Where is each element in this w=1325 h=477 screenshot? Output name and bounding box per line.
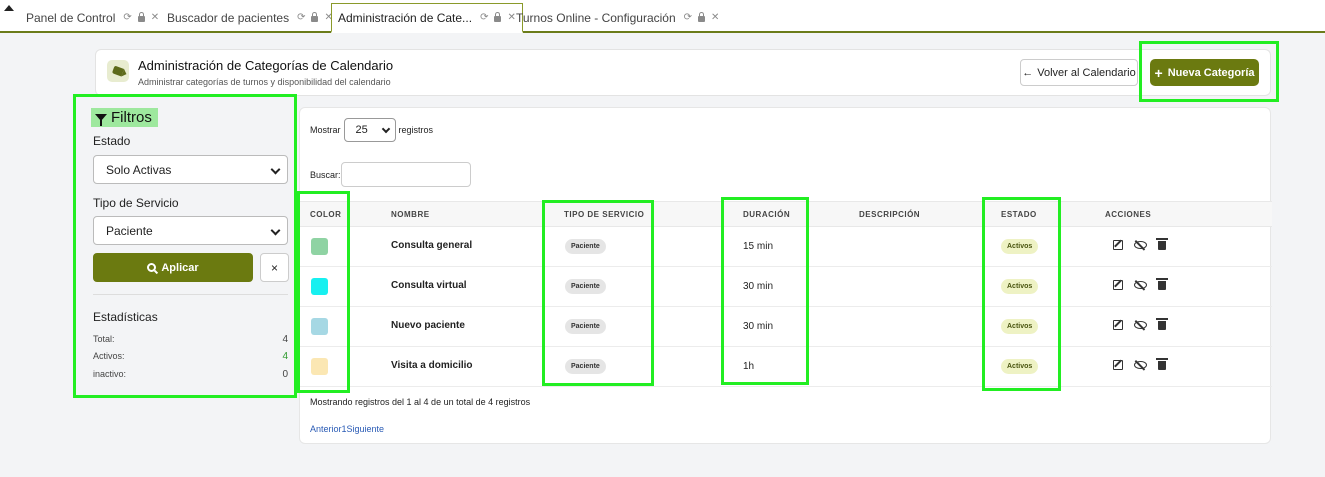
clear-filters-button[interactable]: × xyxy=(260,253,289,282)
tab-panel-de-control[interactable]: Panel de Control ⟳ ✕ xyxy=(20,4,165,31)
eye-slash-icon[interactable] xyxy=(1134,360,1147,369)
refresh-icon[interactable]: ⟳ xyxy=(297,12,305,23)
page-length-control: Mostrar 25 registros xyxy=(310,118,433,142)
edit-icon[interactable] xyxy=(1113,279,1123,290)
apply-button-label: Aplicar xyxy=(161,261,199,274)
tipo-servicio-select[interactable]: Paciente xyxy=(93,216,288,245)
tab-turnos-online-configuracion[interactable]: Turnos Online - Configuración ⟳ ✕ xyxy=(510,4,725,31)
row-actions xyxy=(1113,318,1168,330)
refresh-icon[interactable]: ⟳ xyxy=(480,12,488,23)
eye-slash-icon[interactable] xyxy=(1134,320,1147,329)
page-size-value: 25 xyxy=(355,124,368,136)
tipo-servicio-label: Tipo de Servicio xyxy=(93,196,179,210)
records-label: registros xyxy=(398,125,434,135)
tab-administracion-categorias[interactable]: Administración de Cate... ⟳ ✕ xyxy=(331,3,523,33)
filters-title-label: Filtros xyxy=(111,109,152,126)
pagination: Anterior 1 Siguiente xyxy=(310,424,384,434)
lock-icon[interactable] xyxy=(494,12,502,22)
refresh-icon[interactable]: ⟳ xyxy=(123,12,131,23)
back-button-label: Volver al Calendario xyxy=(1037,66,1136,79)
search-label: Buscar: xyxy=(310,169,341,180)
row-actions xyxy=(1113,358,1168,370)
tab-label: Turnos Online - Configuración xyxy=(516,10,676,25)
column-header-nombre[interactable]: NOMBRE xyxy=(391,210,430,219)
stat-label: Total: xyxy=(93,334,115,344)
highlight-estado-column xyxy=(982,197,1061,391)
trash-icon[interactable] xyxy=(1156,358,1168,370)
chevron-down-icon xyxy=(270,164,281,175)
show-label: Mostrar xyxy=(310,125,341,135)
category-name: Nuevo paciente xyxy=(391,320,465,331)
highlight-color-column xyxy=(297,191,350,393)
table-info: Mostrando registros del 1 al 4 de un tot… xyxy=(310,397,531,407)
tab-label: Panel de Control xyxy=(26,10,116,25)
divider xyxy=(93,294,288,295)
search-input[interactable] xyxy=(340,162,471,187)
stat-label: inactivo: xyxy=(93,369,127,379)
tipo-servicio-select-value: Paciente xyxy=(106,223,153,238)
chevron-down-icon xyxy=(381,124,390,134)
highlight-tipo-servicio-column xyxy=(542,200,654,386)
column-header-descripcion[interactable]: DESCRIPCIÓN xyxy=(859,210,920,219)
stats-title: Estadísticas xyxy=(93,310,158,324)
filters-title: Filtros xyxy=(91,108,158,127)
eye-slash-icon[interactable] xyxy=(1134,240,1147,249)
edit-icon[interactable] xyxy=(1113,359,1123,370)
trash-icon[interactable] xyxy=(1156,318,1168,330)
tab-label: Buscador de pacientes xyxy=(167,10,290,25)
highlight-duracion-column xyxy=(721,197,809,385)
row-actions xyxy=(1113,238,1168,250)
table-search: Buscar: xyxy=(310,162,471,187)
close-icon[interactable]: ✕ xyxy=(711,12,719,23)
tab-bar: Panel de Control ⟳ ✕ Buscador de paciente… xyxy=(0,0,1325,33)
search-icon xyxy=(147,263,157,272)
highlight-new-category xyxy=(1139,41,1279,102)
page-subtitle: Administrar categorías de turnos y dispo… xyxy=(138,77,391,87)
row-actions xyxy=(1113,278,1168,290)
tag-icon xyxy=(107,60,129,82)
page-size-select[interactable]: 25 xyxy=(343,118,396,142)
tab-label: Administración de Cate... xyxy=(338,10,473,25)
trash-icon[interactable] xyxy=(1156,278,1168,290)
filters-panel: Filtros Estado Solo Activas Tipo de Serv… xyxy=(73,94,297,398)
page-header: Administración de Categorías de Calendar… xyxy=(95,49,1271,96)
filter-icon xyxy=(95,114,107,126)
back-to-calendar-button[interactable]: ← Volver al Calendario xyxy=(1020,59,1138,86)
chevron-down-icon xyxy=(270,225,281,236)
category-name: Consulta general xyxy=(391,240,473,251)
tab-buscador-de-pacientes[interactable]: Buscador de pacientes ⟳ ✕ xyxy=(161,4,339,31)
lock-icon[interactable] xyxy=(137,12,145,22)
stat-value: 0 xyxy=(282,369,288,380)
refresh-icon[interactable]: ⟳ xyxy=(684,12,692,23)
column-header-acciones: ACCIONES xyxy=(1105,210,1152,219)
stat-value: 4 xyxy=(282,351,288,362)
collapse-arrow-icon[interactable] xyxy=(4,5,14,11)
page-title: Administración de Categorías de Calendar… xyxy=(138,58,394,73)
lock-icon[interactable] xyxy=(311,12,319,22)
lock-icon[interactable] xyxy=(698,12,706,22)
apply-filters-button[interactable]: Aplicar xyxy=(93,253,253,282)
edit-icon[interactable] xyxy=(1113,319,1123,330)
pagination-prev[interactable]: Anterior xyxy=(310,424,342,434)
category-name: Visita a domicilio xyxy=(391,360,473,371)
category-name: Consulta virtual xyxy=(391,280,467,291)
trash-icon[interactable] xyxy=(1156,238,1168,250)
pagination-next[interactable]: Siguiente xyxy=(347,424,385,434)
stat-inactivo: inactivo: 0 xyxy=(93,369,288,380)
close-icon[interactable]: ✕ xyxy=(151,12,159,23)
stat-total: Total: 4 xyxy=(93,334,288,345)
stat-activos: Activos: 4 xyxy=(93,351,288,362)
eye-slash-icon[interactable] xyxy=(1134,280,1147,289)
stat-label: Activos: xyxy=(93,351,125,361)
edit-icon[interactable] xyxy=(1113,239,1123,250)
estado-label: Estado xyxy=(93,134,131,148)
stat-value: 4 xyxy=(282,334,288,345)
estado-select[interactable]: Solo Activas xyxy=(93,155,288,184)
estado-select-value: Solo Activas xyxy=(106,162,172,177)
arrow-left-icon: ← xyxy=(1022,66,1034,79)
